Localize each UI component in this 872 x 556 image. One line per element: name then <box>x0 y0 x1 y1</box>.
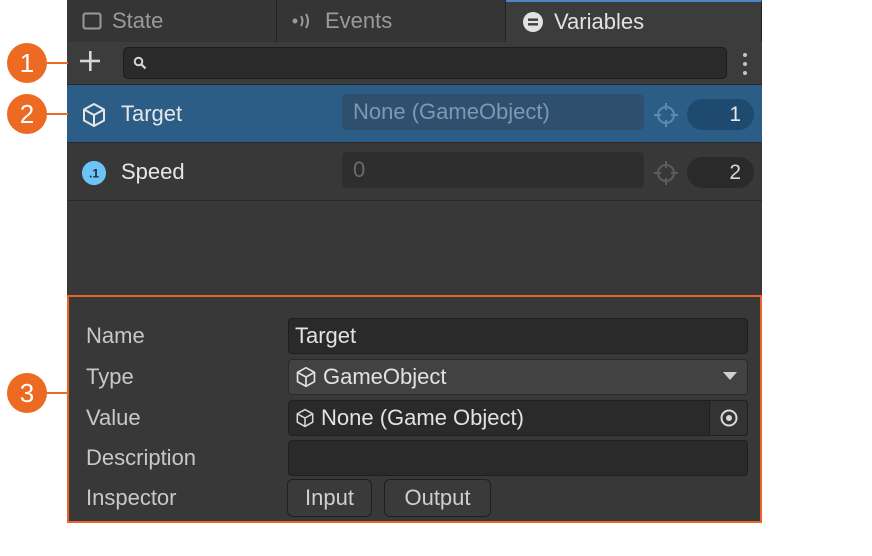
value-label: Value <box>86 405 141 430</box>
callout-badge-1: 1 <box>7 43 47 83</box>
float-icon-text: .1 <box>89 167 99 181</box>
type-dropdown-value: GameObject <box>323 364 447 389</box>
tab-events[interactable]: Events <box>277 0 506 42</box>
type-label: Type <box>86 364 134 389</box>
variable-value-field[interactable]: None (GameObject) <box>342 94 644 130</box>
tab-state-label: State <box>112 8 164 33</box>
crosshair-icon[interactable] <box>653 102 679 128</box>
search-icon <box>133 56 147 75</box>
tab-variables[interactable]: Variables <box>506 0 762 42</box>
description-field[interactable] <box>288 440 748 476</box>
plus-icon <box>79 50 101 77</box>
add-variable-button[interactable] <box>75 48 105 78</box>
crosshair-icon[interactable] <box>653 160 679 186</box>
name-field[interactable]: Target <box>288 318 748 354</box>
callout-leader-1 <box>44 62 68 64</box>
callout-badge-3: 3 <box>7 373 47 413</box>
object-picker-icon[interactable] <box>709 401 747 435</box>
callout-leader-2 <box>44 113 68 115</box>
kebab-icon[interactable] <box>738 50 752 78</box>
variables-toolbar <box>67 42 762 85</box>
cube-icon <box>295 366 317 388</box>
tab-events-label: Events <box>325 8 393 33</box>
output-button[interactable]: Output <box>384 479 491 517</box>
callout-badge-2: 2 <box>7 94 47 134</box>
tab-bar: State Events Variables <box>67 0 762 42</box>
value-object-field-text: None (Game Object) <box>321 405 524 430</box>
variables-icon <box>522 11 544 33</box>
square-icon <box>82 12 102 30</box>
variables-panel: State Events Variables Target None (Game… <box>67 0 762 523</box>
type-dropdown[interactable]: GameObject <box>288 359 748 395</box>
input-button[interactable]: Input <box>287 479 372 517</box>
search-input[interactable] <box>123 47 727 79</box>
variable-row-target[interactable]: Target None (GameObject) 1 <box>67 85 762 143</box>
cube-icon <box>81 102 107 128</box>
variable-order-badge: 1 <box>687 99 754 130</box>
callout-leader-3 <box>44 392 68 394</box>
variable-value-field[interactable]: 0 <box>342 152 644 188</box>
tab-state[interactable]: State <box>67 0 277 42</box>
name-label: Name <box>86 323 145 348</box>
variable-name: Target <box>121 101 183 126</box>
float-icon: .1 <box>81 160 107 186</box>
variable-order-badge: 2 <box>687 157 754 188</box>
description-label: Description <box>86 445 197 470</box>
value-object-field[interactable]: None (Game Object) <box>288 400 748 436</box>
variable-row-speed[interactable]: .1 Speed 0 2 <box>67 143 762 201</box>
broadcast-icon <box>291 12 315 30</box>
inspector-label: Inspector <box>86 485 177 510</box>
cube-icon <box>295 408 315 428</box>
chevron-down-icon <box>723 372 737 380</box>
name-field-value: Target <box>295 323 357 348</box>
tab-variables-label: Variables <box>554 9 645 34</box>
variable-name: Speed <box>121 159 185 184</box>
